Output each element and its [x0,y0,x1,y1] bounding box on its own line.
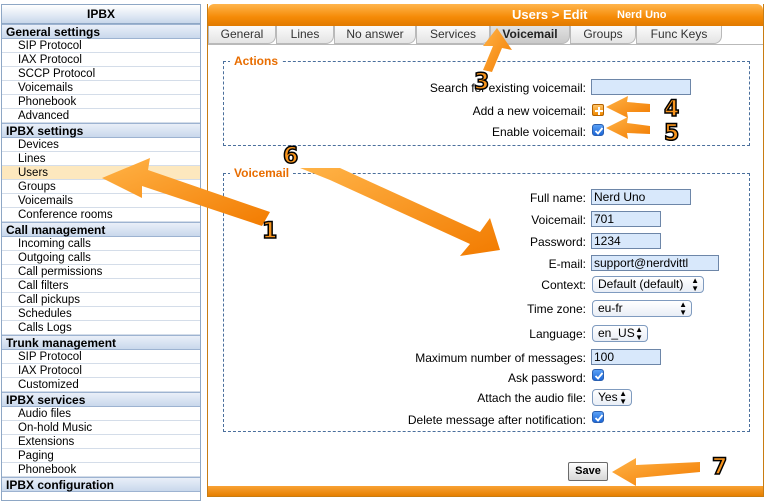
language-value: en_US [598,326,635,340]
context-value: Default (default) [598,277,684,291]
enable-voicemail-checkbox[interactable] [592,124,604,136]
sidebar: IPBX General settings SIP Protocol IAX P… [1,4,201,501]
context-label: Context: [541,278,586,292]
sidebar-item-schedules[interactable]: Schedules [2,307,200,321]
tab-lines[interactable]: Lines [276,26,334,44]
sidebar-item-lines[interactable]: Lines [2,152,200,166]
sidebar-section-ipbx-services: IPBX services [2,392,200,407]
sidebar-item-advanced[interactable]: Advanced [2,109,200,123]
delete-after-notify-checkbox[interactable] [592,411,604,423]
enable-voicemail-label: Enable voicemail: [491,125,586,139]
save-button[interactable]: Save [568,462,608,481]
annotation-number: 6 [282,143,299,170]
annotation-number: 7 [711,454,728,481]
tab-voicemail[interactable]: Voicemail [490,26,570,44]
sidebar-item-voicemails[interactable]: Voicemails [2,81,200,95]
annotation-number: 1 [261,218,278,245]
sidebar-item-phonebook[interactable]: Phonebook [2,95,200,109]
sidebar-item-calls-logs[interactable]: Calls Logs [2,321,200,335]
select-arrows-icon: ▲ ▼ [679,300,687,317]
sidebar-item-outgoing-calls[interactable]: Outgoing calls [2,251,200,265]
search-voicemail-label: Search for existing voicemail: [429,81,586,95]
timezone-value: eu-fr [598,301,623,315]
sidebar-section-general-settings: General settings [2,24,200,39]
sidebar-item-customized[interactable]: Customized [2,378,200,392]
sidebar-item-call-permissions[interactable]: Call permissions [2,265,200,279]
attach-audio-label: Attach the audio file: [477,391,586,405]
footer-bar [208,486,763,496]
attach-audio-value: Yes [598,390,618,404]
sidebar-item-sip-protocol[interactable]: SIP Protocol [2,39,200,53]
sidebar-item-call-pickups[interactable]: Call pickups [2,293,200,307]
sidebar-item-voicemails[interactable]: Voicemails [2,194,200,208]
voicemail-number-input[interactable]: 701 [591,211,661,227]
ask-password-checkbox[interactable] [592,369,604,381]
sidebar-section-call-management: Call management [2,222,200,237]
select-arrows-icon: ▲ ▼ [619,389,627,406]
sidebar-item-trunk-sip[interactable]: SIP Protocol [2,350,200,364]
ask-password-label: Ask password: [507,371,586,385]
attach-audio-select[interactable]: Yes ▲ ▼ [592,389,632,406]
language-select[interactable]: en_US ▲ ▼ [592,325,648,342]
voicemail-number-label: Voicemail: [531,213,586,227]
sidebar-item-conference-rooms[interactable]: Conference rooms [2,208,200,222]
plus-icon[interactable] [592,104,604,116]
fullname-label: Full name: [529,191,586,205]
sidebar-item-iax-protocol[interactable]: IAX Protocol [2,53,200,67]
max-messages-label: Maximum number of messages: [415,351,586,365]
select-arrows-icon: ▲ ▼ [635,325,643,342]
language-label: Language: [529,327,586,341]
user-name: Nerd Uno [617,9,667,21]
delete-after-notify-label: Delete message after notification: [407,413,586,427]
sidebar-item-paging[interactable]: Paging [2,449,200,463]
add-voicemail-label: Add a new voicemail: [472,104,586,118]
timezone-label: Time zone: [527,302,586,316]
fullname-input[interactable]: Nerd Uno [591,189,691,205]
timezone-select[interactable]: eu-fr ▲ ▼ [592,300,692,317]
page-header: Users > Edit Nerd Uno [208,4,763,26]
sidebar-item-on-hold-music[interactable]: On-hold Music [2,421,200,435]
sidebar-item-trunk-iax[interactable]: IAX Protocol [2,364,200,378]
annotation-number: 4 [663,96,680,123]
annotation-number: 3 [473,69,490,96]
sidebar-item-sccp-protocol[interactable]: SCCP Protocol [2,67,200,81]
max-messages-input[interactable]: 100 [591,349,661,365]
sidebar-item-audio-files[interactable]: Audio files [2,407,200,421]
sidebar-item-devices[interactable]: Devices [2,138,200,152]
sidebar-section-ipbx-configuration: IPBX configuration [2,477,200,492]
sidebar-item-extensions[interactable]: Extensions [2,435,200,449]
tab-groups[interactable]: Groups [570,26,636,44]
password-input[interactable]: 1234 [591,233,661,249]
search-voicemail-input[interactable] [591,79,691,95]
tab-func-keys[interactable]: Func Keys [636,26,722,44]
sidebar-section-ipbx-settings: IPBX settings [2,123,200,138]
sidebar-section-trunk-management: Trunk management [2,335,200,350]
sidebar-item-services-phonebook[interactable]: Phonebook [2,463,200,477]
sidebar-item-call-filters[interactable]: Call filters [2,279,200,293]
context-select[interactable]: Default (default) ▲ ▼ [592,276,704,293]
sidebar-item-groups[interactable]: Groups [2,180,200,194]
email-label: E-mail: [548,257,586,271]
annotation-number: 5 [663,120,680,147]
actions-legend: Actions [234,54,279,68]
password-label: Password: [529,235,586,249]
sidebar-item-users[interactable]: Users [2,166,200,180]
select-arrows-icon: ▲ ▼ [691,276,699,293]
tab-no-answer[interactable]: No answer [334,26,416,44]
tab-bar: General Lines No answer Services Voicema… [208,26,763,45]
sidebar-item-incoming-calls[interactable]: Incoming calls [2,237,200,251]
page-title: Users > Edit [512,7,588,22]
tab-general[interactable]: General [208,26,276,44]
sidebar-title: IPBX [2,5,200,24]
email-input[interactable]: support@nerdvittl [591,255,719,271]
tab-services[interactable]: Services [416,26,490,44]
